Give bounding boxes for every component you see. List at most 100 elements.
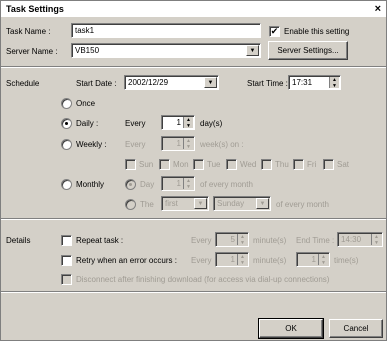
daily-interval-value: 1 — [176, 118, 181, 127]
daily-interval-input[interactable]: 1 ▲ ▼ — [161, 115, 195, 130]
title-bar: Task Settings × — [1, 1, 386, 18]
repeat-interval-value: 5 — [230, 235, 235, 244]
end-time-label: End Time : — [296, 236, 335, 245]
daily-label: Daily : — [76, 119, 99, 128]
monthly-day-input[interactable]: 1 ▲ ▼ — [161, 176, 195, 191]
retry-unit-label: minute(s) — [253, 256, 287, 265]
retry-every-label: Every — [191, 256, 212, 265]
spin-arrows-icon[interactable]: ▲ ▼ — [237, 234, 247, 246]
divider — [1, 218, 386, 220]
weekly-unit-label: week(s) on : — [200, 140, 244, 149]
close-icon[interactable]: × — [375, 3, 381, 15]
spin-arrows-icon[interactable]: ▲ ▼ — [329, 77, 339, 89]
day-checkbox-fri[interactable] — [293, 159, 304, 170]
repeat-task-label: Repeat task : — [76, 236, 124, 245]
day-label-sat: Sat — [337, 160, 350, 169]
retry-interval-value: 1 — [230, 255, 235, 264]
details-section-label: Details — [6, 236, 31, 245]
spin-arrows-icon[interactable]: ▲ ▼ — [183, 117, 193, 129]
radio-selected-dot — [65, 122, 68, 125]
retry-on-error-label: Retry when an error occurs : — [76, 256, 177, 265]
weekly-label: Weekly : — [76, 140, 107, 149]
dropdown-arrow-icon[interactable]: ▼ — [256, 198, 269, 209]
monthly-label: Monthly — [76, 180, 105, 189]
radio-selected-dot — [129, 183, 132, 186]
server-name-select[interactable]: VB150 ▼ — [71, 43, 261, 58]
monthly-the-suffix: of every month — [276, 200, 329, 209]
spin-arrows-icon[interactable]: ▲ ▼ — [183, 178, 193, 190]
once-radio[interactable] — [61, 98, 72, 109]
task-settings-dialog: Task Settings × Task Name : task1 ✔ Enab… — [0, 0, 387, 341]
daily-unit-label: day(s) — [200, 119, 223, 128]
spin-arrows-icon[interactable]: ▲ ▼ — [237, 254, 247, 266]
end-time-input[interactable]: 14:30 ▲ ▼ — [337, 232, 383, 247]
once-label: Once — [76, 99, 96, 108]
weekly-every-label: Every — [125, 140, 146, 149]
retry-times-value: 1 — [311, 255, 316, 264]
schedule-section-label: Schedule — [6, 79, 40, 88]
day-label-thu: Thu — [275, 160, 289, 169]
spin-arrows-icon[interactable]: ▲ ▼ — [371, 234, 381, 246]
repeat-task-checkbox[interactable] — [61, 235, 72, 246]
disconnect-checkbox[interactable] — [61, 274, 72, 285]
retry-times-unit-label: time(s) — [334, 256, 359, 265]
dropdown-arrow-icon[interactable]: ▼ — [194, 198, 207, 209]
day-checkbox-mon[interactable] — [159, 159, 170, 170]
monthly-day-radio[interactable] — [125, 179, 136, 190]
start-date-value: 2002/12/29 — [128, 78, 169, 87]
dropdown-arrow-icon[interactable]: ▼ — [204, 77, 217, 88]
retry-times-input[interactable]: 1 ▲ ▼ — [296, 252, 330, 267]
monthly-the-radio[interactable] — [125, 199, 136, 210]
enable-setting-checkbox[interactable]: ✔ — [269, 26, 280, 37]
day-label-fri: Fri — [307, 160, 317, 169]
spin-arrows-icon[interactable]: ▲ ▼ — [183, 138, 193, 150]
monthly-day-value: 1 — [176, 179, 181, 188]
repeat-every-label: Every — [191, 236, 212, 245]
server-settings-button[interactable]: Server Settings... — [268, 41, 348, 60]
divider — [1, 291, 386, 293]
monthly-radio[interactable] — [61, 179, 72, 190]
day-checkbox-thu[interactable] — [261, 159, 272, 170]
end-time-value: 14:30 — [341, 235, 362, 244]
ok-button[interactable]: OK — [258, 318, 324, 339]
weekly-interval-input[interactable]: 1 ▲ ▼ — [161, 136, 195, 151]
dialog-title: Task Settings — [6, 4, 64, 14]
day-checkbox-sun[interactable] — [125, 159, 136, 170]
day-checkbox-wed[interactable] — [226, 159, 237, 170]
monthly-weekday-select[interactable]: Sunday ▼ — [213, 196, 271, 211]
monthly-day-suffix: of every month — [200, 180, 253, 189]
retry-on-error-checkbox[interactable] — [61, 255, 72, 266]
server-name-label: Server Name : — [6, 47, 58, 56]
spin-arrows-icon[interactable]: ▲ ▼ — [318, 254, 328, 266]
daily-every-label: Every — [125, 119, 146, 128]
day-checkbox-tue[interactable] — [193, 159, 204, 170]
start-time-value: 17:31 — [292, 78, 313, 87]
task-name-input[interactable]: task1 — [71, 23, 261, 38]
day-label-tue: Tue — [207, 160, 221, 169]
retry-interval-input[interactable]: 1 ▲ ▼ — [215, 252, 249, 267]
start-time-label: Start Time : — [247, 79, 288, 88]
day-label-wed: Wed — [240, 160, 257, 169]
monthly-weekday-value: Sunday — [217, 199, 245, 208]
divider — [1, 66, 386, 68]
disconnect-label: Disconnect after finishing download (for… — [76, 275, 330, 284]
start-time-input[interactable]: 17:31 ▲ ▼ — [288, 75, 341, 90]
monthly-day-label: Day — [140, 180, 155, 189]
start-date-picker[interactable]: 2002/12/29 ▼ — [124, 75, 219, 90]
dropdown-arrow-icon[interactable]: ▼ — [246, 45, 259, 56]
daily-radio[interactable] — [61, 118, 72, 129]
task-name-label: Task Name : — [6, 27, 51, 36]
cancel-button[interactable]: Cancel — [329, 319, 383, 338]
monthly-ordinal-value: first — [165, 199, 178, 208]
weekly-interval-value: 1 — [176, 139, 181, 148]
repeat-interval-input[interactable]: 5 ▲ ▼ — [215, 232, 249, 247]
monthly-ordinal-select[interactable]: first ▼ — [161, 196, 209, 211]
weekly-radio[interactable] — [61, 139, 72, 150]
start-date-label: Start Date : — [76, 79, 117, 88]
repeat-unit-label: minute(s) — [253, 236, 287, 245]
day-checkbox-sat[interactable] — [323, 159, 334, 170]
day-label-mon: Mon — [173, 160, 189, 169]
enable-setting-label: Enable this setting — [284, 27, 350, 36]
monthly-the-label: The — [140, 200, 154, 209]
server-name-value: VB150 — [75, 46, 100, 55]
